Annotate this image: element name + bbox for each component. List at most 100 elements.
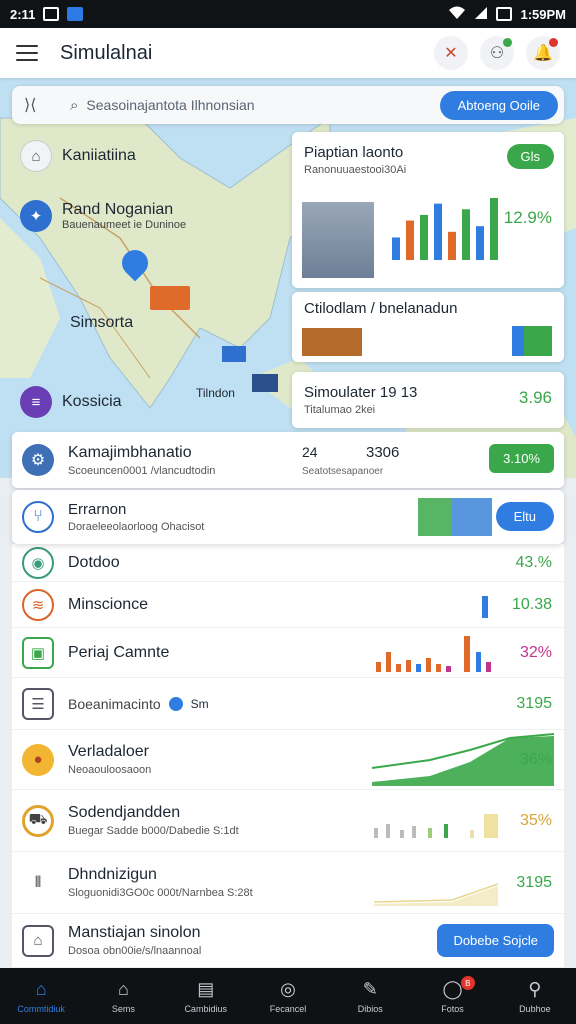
row-mid-b: 3306 [366, 444, 400, 461]
pin-icon: ● [22, 743, 54, 776]
app-title: Simulalnai [60, 41, 153, 64]
list-item[interactable]: ⌂ Manstiajan sinolon Dosoa obn00ie/s/lna… [12, 914, 564, 968]
building-image [302, 328, 362, 356]
app-notification-icon [67, 7, 84, 21]
map-label-tilndon[interactable]: Tilndon [196, 386, 235, 400]
card-bar [434, 203, 442, 260]
row-value: 35% [519, 811, 552, 829]
notifications-button[interactable]: 🔔 [526, 36, 560, 70]
document-icon: ☰ [22, 687, 54, 720]
nav-item-cambidius[interactable]: ▤ Cambidius [165, 968, 247, 1024]
photo-icon: ◯ [442, 978, 463, 999]
car-icon: ⛟ [22, 804, 54, 837]
search-input[interactable]: Seasoinajantota Ilhnonsian [86, 97, 439, 113]
row-badge[interactable]: Eltu [495, 502, 554, 531]
list-item[interactable]: ◉ Dotdoo 43.% [12, 544, 564, 582]
tools-icon: ✎ [362, 978, 378, 999]
nav-item-dibios[interactable]: ✎ Dibios [329, 968, 411, 1024]
row-subtitle: Dosoa obn00ie/s/lnaannoal [68, 945, 202, 957]
list-item[interactable]: ≋ Minscionce 10.38 [12, 582, 564, 628]
list-item[interactable]: ⛟ Sodendjandden Buegar Sadde b000/Dabedi… [12, 790, 564, 852]
row-value: 3195 [516, 873, 552, 891]
stat-card-1[interactable]: Piaptian laonto Ranonuuaestooi30Ai Gls 1… [292, 132, 564, 288]
row-title: Errarnon [68, 501, 127, 518]
list-item[interactable]: ● Verladaloer Neoaouloosaoon 36% [12, 730, 564, 790]
row-mini-bars [374, 814, 498, 838]
card-title: Simoulater 19 13 [304, 384, 418, 401]
list-item[interactable]: ▣ Periaj Camnte 32% [12, 628, 564, 678]
row-name: Manstiajan sinolon [68, 924, 201, 941]
list-item[interactable]: ☰ Boeanimacinto Sm 3195 [12, 678, 564, 730]
stat-card-3[interactable]: Simoulater 19 13 Titalumao 2kei 3.96 [292, 372, 564, 428]
map-label-title: Kaniiatiina [62, 147, 136, 164]
row-bar-chart [376, 636, 491, 672]
list-item[interactable]: ⫴ Dhndnizigun Sloguonidi3GO0c 000t/Narnb… [12, 852, 564, 914]
compass-icon: ◎ [280, 978, 296, 999]
nav-label: Dubhoe [519, 1003, 551, 1014]
industry-icon: ⫴ [34, 874, 42, 891]
row-title: Kamajimbhanatio [68, 443, 192, 461]
card-bar [406, 220, 414, 260]
row-value: 36% [519, 750, 552, 768]
profile-icon: ⚲ [528, 978, 542, 999]
nav-item-dubhoe[interactable]: ⚲ Dubhoe [494, 968, 576, 1024]
dashboard-icon: ▤ [197, 978, 215, 999]
row-action-button[interactable]: Dobebe Sojcle [437, 924, 554, 957]
highlight-row-2[interactable]: ⑂ Errarnon Doraeleeolaorloog Ohacisot El… [12, 490, 564, 544]
map-label-simsorta[interactable]: Simsorta [70, 314, 133, 332]
nav-label: Fecancel [269, 1003, 307, 1014]
stat-card-2[interactable]: Ctilodlam / bnelanadun [292, 292, 564, 362]
search-action-button[interactable]: Abtoeng Ooile [439, 90, 558, 120]
menu-icon[interactable] [16, 45, 38, 61]
notification-dot [549, 38, 558, 47]
search-icon: ⌕ [70, 96, 79, 114]
nav-label: Commtidiuk [17, 1003, 65, 1014]
card-bar [420, 214, 428, 260]
battery-icon [496, 7, 513, 21]
nav-item-fecancel[interactable]: ◎ Fecancel [247, 968, 329, 1024]
nav-item-sems[interactable]: ⌂ Sems [82, 968, 164, 1024]
row-name: Dhndnizigun [68, 866, 157, 883]
row-value: 43.% [515, 553, 552, 571]
solar-panel-icon [222, 346, 246, 362]
highlight-row-1[interactable]: ⚙ Kamajimbhanatio Scoeuncen0001 /vlancud… [12, 432, 564, 488]
nav-item-fotos[interactable]: ◯ B Fotos [411, 968, 493, 1024]
row-subtitle: Buegar Sadde b000/Dabedie S:1dt [68, 825, 239, 837]
card-title: Piaptian laonto [304, 144, 404, 161]
eye-icon: ◉ [22, 546, 54, 579]
search-bar: ⟩⟨ ⌕ Seasoinajantota Ilhnonsian Abtoeng … [12, 86, 564, 124]
row-tag: Sm [190, 696, 209, 711]
nav-item-home[interactable]: ⌂ Commtidiuk [0, 968, 82, 1024]
card-bar [476, 226, 484, 260]
network-status-dot [503, 38, 512, 47]
row-area-chart [373, 883, 499, 906]
card-badge[interactable]: Gls [506, 144, 554, 169]
filter-icon[interactable]: ⟩⟨ [24, 95, 50, 115]
signal-icon [474, 6, 488, 23]
tools-button[interactable]: ✕ [434, 36, 468, 70]
map-label-kossicia[interactable]: ≡ Kossicia [20, 386, 122, 418]
bottom-nav: ⌂ Commtidiuk ⌂ Sems ▤ Cambidius ◎ Fecanc… [0, 968, 576, 1024]
list-icon: ≡ [20, 386, 52, 418]
row-value: 10.38 [511, 595, 552, 613]
card-value: 12.9% [503, 208, 552, 227]
row-subtitle: Sloguonidi3GO0c 000t/Narnbea S:28t [68, 887, 253, 899]
row-name: Sodendjandden [68, 804, 181, 821]
network-button[interactable]: ⚇ [480, 36, 514, 70]
map-label-rand-noganian[interactable]: ✦ Rand Noganian Bauenaumeet ie Duninoe [20, 200, 186, 232]
row-value: 32% [519, 643, 552, 661]
card-bar [462, 209, 470, 260]
nav-label: Cambidius [184, 1003, 227, 1014]
network-icon: ⚇ [489, 45, 505, 62]
calendar-icon: ▣ [22, 636, 54, 669]
map-label-kaniiatiina[interactable]: ⌂ Kaniiatiina [20, 140, 136, 172]
row-badge[interactable]: 3.10% [489, 444, 554, 473]
row-subtitle: Scoeuncen0001 /vlancudtodin [68, 464, 216, 477]
row-name: Boeanimacinto [68, 695, 161, 712]
info-icon [168, 696, 183, 711]
card-subtitle: Ranonuuaestooi30Ai [304, 164, 407, 176]
app-bar: Simulalnai ✕ ⚇ 🔔 [0, 28, 576, 78]
factory-icon [150, 286, 190, 310]
status-time-right: 1:59PM [520, 6, 566, 22]
row-mid-a: 24 [302, 444, 318, 460]
